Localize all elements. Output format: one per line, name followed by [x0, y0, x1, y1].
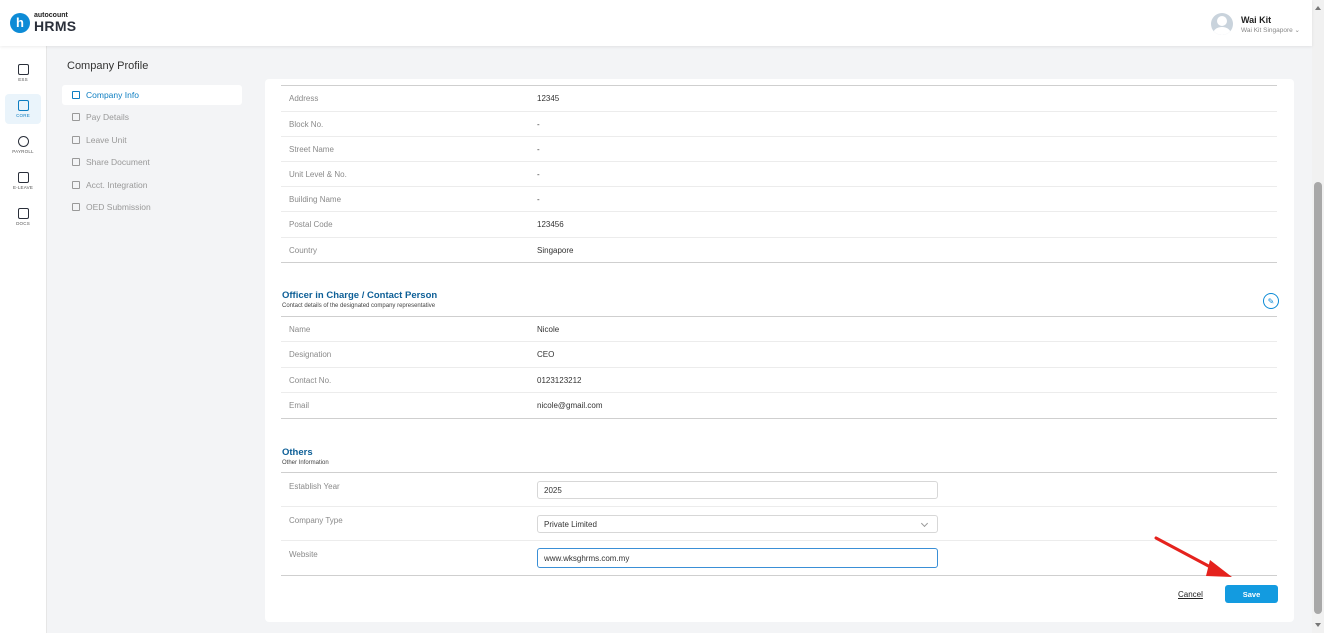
user-company: Wai Kit Singapore ⌄ — [1240, 26, 1300, 34]
nav-item-leave-unit[interactable]: Leave Unit — [62, 130, 242, 150]
payroll-icon — [17, 136, 29, 147]
website-input[interactable]: www.wksghrms.com.my — [537, 548, 938, 568]
calendar-icon — [72, 136, 80, 144]
table-row: Block No. - — [281, 112, 1277, 137]
building-icon — [72, 91, 80, 99]
avatar — [1210, 13, 1233, 35]
rail-item-ess[interactable]: ESS — [5, 58, 41, 88]
edit-officer-button[interactable]: ✎ — [1263, 293, 1279, 309]
chevron-down-icon — [920, 519, 929, 528]
company-type-select[interactable]: Private Limited — [537, 515, 938, 533]
submission-icon — [72, 203, 80, 211]
company-profile-nav: Company Profile Company Info Pay Details… — [47, 46, 253, 633]
nav-item-acct-integration[interactable]: Acct. Integration — [62, 175, 242, 195]
integration-icon — [72, 181, 80, 189]
nav-item-oed-submission[interactable]: OED Submission — [62, 197, 242, 217]
nav-item-company-info[interactable]: Company Info — [62, 85, 242, 105]
nav-item-share-document[interactable]: Share Document — [62, 152, 242, 172]
table-row: Street Name - — [281, 137, 1277, 162]
section-title-officer: Officer in Charge / Contact Person — [282, 290, 438, 301]
logo-big-text: HRMS — [34, 18, 77, 34]
table-row: Unit Level & No. - — [281, 162, 1277, 187]
pencil-icon: ✎ — [1267, 296, 1275, 306]
section-subtitle-officer: Contact details of the designated compan… — [282, 303, 436, 309]
pay-icon — [72, 113, 80, 121]
calendar-icon — [17, 172, 29, 183]
section-subtitle-others: Other Information — [282, 460, 329, 466]
save-button[interactable]: Save — [1225, 585, 1278, 603]
scrollbar-thumb[interactable] — [1314, 182, 1322, 614]
rail-item-docs[interactable]: DOCS — [5, 202, 41, 232]
app-logo[interactable]: h autocount HRMS — [10, 12, 76, 33]
scroll-down-icon[interactable] — [1315, 623, 1321, 627]
table-row: Address 12345 — [281, 86, 1277, 112]
table-row: Country Singapore — [281, 238, 1277, 263]
section-title-others: Others — [282, 447, 313, 458]
share-document-icon — [72, 158, 80, 166]
top-header: h autocount HRMS Wai Kit Wai Kit Singapo… — [0, 0, 1312, 46]
docs-icon — [17, 208, 29, 219]
scroll-up-icon[interactable] — [1315, 6, 1321, 10]
table-row: Building Name - — [281, 187, 1277, 212]
user-name: Wai Kit — [1240, 14, 1272, 25]
page-scrollbar[interactable] — [1312, 0, 1324, 633]
logo-badge: h — [10, 12, 30, 33]
table-row: Name Nicole — [281, 317, 1277, 342]
nav-item-pay-details[interactable]: Pay Details — [62, 107, 242, 127]
establish-year-input[interactable]: 2025 — [537, 481, 938, 499]
table-row: Designation CEO — [281, 342, 1277, 368]
table-row: Contact No. 0123123212 — [281, 368, 1277, 393]
rail-item-payroll[interactable]: PAYROLL — [5, 130, 41, 160]
company-info-card: Address 12345 Block No. - Street Name - … — [265, 79, 1294, 622]
ess-icon — [17, 64, 29, 75]
page-title: Company Profile — [67, 60, 149, 72]
user-menu[interactable]: Wai Kit Wai Kit Singapore ⌄ — [1210, 13, 1300, 35]
module-rail: ESS CORE PAYROLL E-LEAVE DOCS — [0, 46, 47, 633]
core-icon — [17, 100, 29, 111]
table-row: Email nicole@gmail.com — [281, 393, 1277, 419]
rail-item-core[interactable]: CORE — [5, 94, 41, 124]
table-row: Postal Code 123456 — [281, 212, 1277, 238]
rail-item-e-leave[interactable]: E-LEAVE — [5, 166, 41, 196]
cancel-button[interactable]: Cancel — [1178, 590, 1203, 599]
